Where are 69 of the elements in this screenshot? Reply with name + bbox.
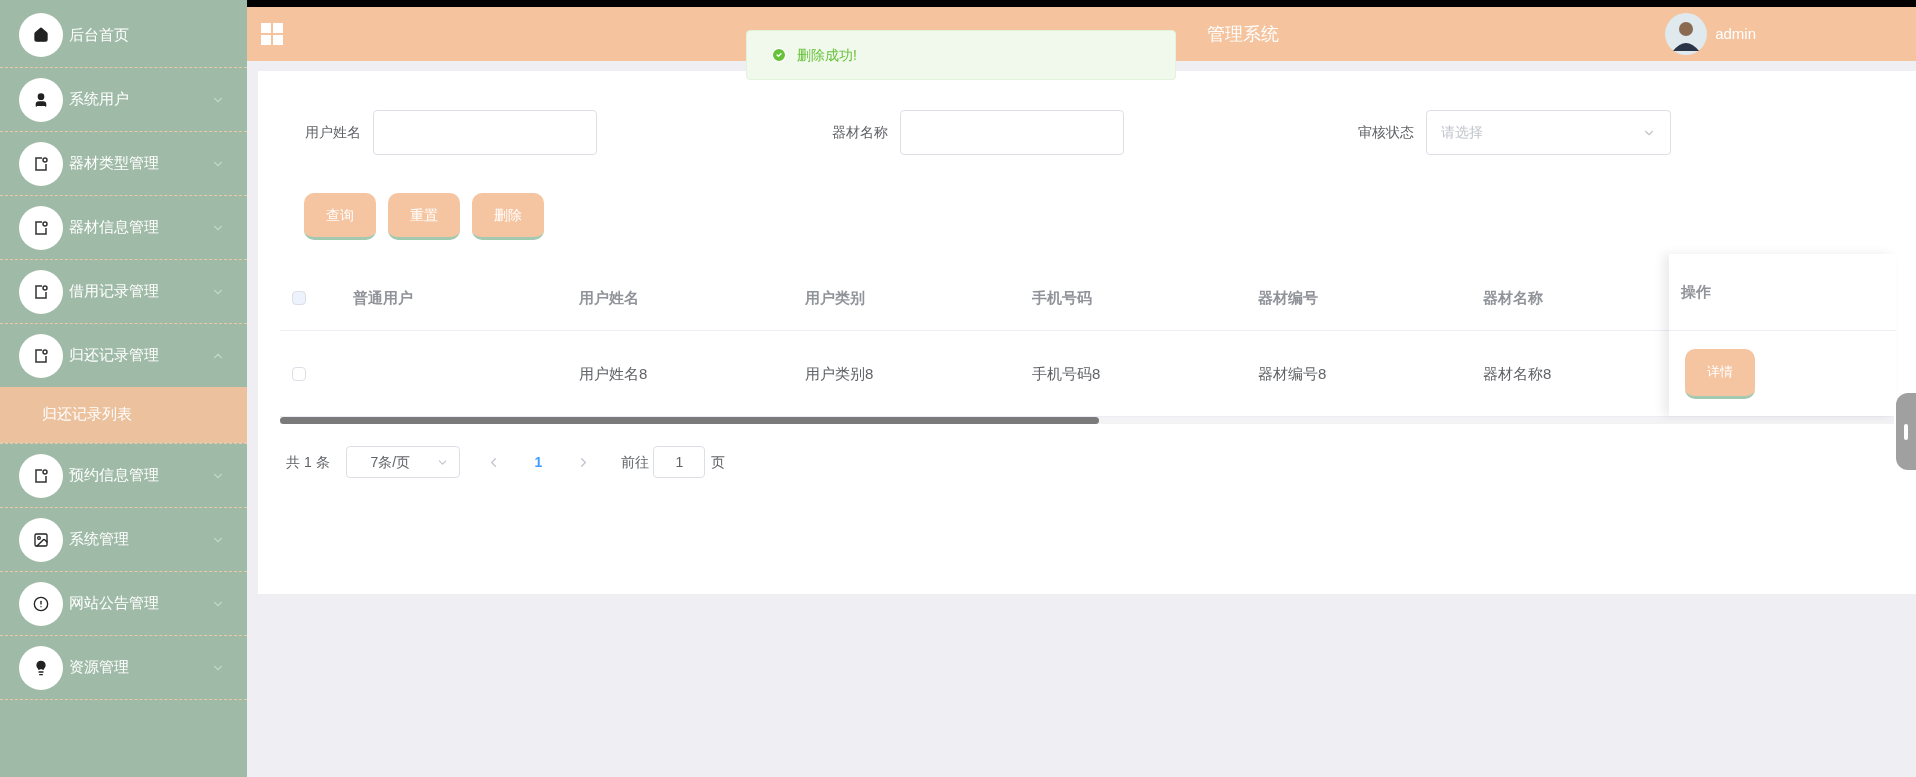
menu-label: 后台首页 <box>69 24 129 45</box>
field-label: 用户姓名 <box>305 123 361 142</box>
total-count: 共 1 条 <box>286 452 330 472</box>
table-cell: 手机号码8 <box>1032 364 1101 382</box>
menu-label: 器材信息管理 <box>69 217 159 238</box>
user-icon <box>33 91 49 108</box>
home-icon <box>33 27 49 43</box>
side-handle[interactable] <box>1896 393 1916 470</box>
menu-label: 器材类型管理 <box>69 153 159 174</box>
grid-icon[interactable] <box>261 23 283 45</box>
username[interactable]: admin <box>1715 22 1756 46</box>
sidebar-menu-item[interactable]: 后台首页 <box>0 3 247 67</box>
lightbulb-icon <box>33 659 49 676</box>
submenu-item[interactable]: 归还记录列表 <box>0 387 247 443</box>
column-header: 操作 <box>1681 281 1711 302</box>
column-header: 用户类别 <box>805 289 865 306</box>
action-button[interactable]: 删除 <box>472 193 544 240</box>
menu-label: 归还记录管理 <box>69 345 159 366</box>
menu-label: 系统用户 <box>69 89 129 110</box>
input-field[interactable] <box>373 110 597 155</box>
details-button[interactable]: 详情 <box>1685 348 1755 399</box>
field-label: 器材名称 <box>831 123 888 142</box>
status-select[interactable]: 请选择 <box>1426 110 1671 155</box>
goto-label: 前往 <box>621 452 650 472</box>
menu-label: 网站公告管理 <box>69 593 159 614</box>
horizontal-scrollbar[interactable] <box>280 416 1894 424</box>
table-cell: 用户姓名8 <box>579 364 648 382</box>
page-size-select[interactable]: 7条/页 <box>345 446 460 478</box>
row-checkbox[interactable] <box>292 366 306 381</box>
sidebar-menu-item[interactable]: 预约信息管理 <box>0 443 247 507</box>
sidebar-menu-item[interactable]: 借用记录管理 <box>0 259 247 323</box>
sidebar-menu-item[interactable]: 系统管理 <box>0 507 247 571</box>
column-header: 器材编号 <box>1258 289 1318 306</box>
table-cell: 用户类别8 <box>805 364 874 382</box>
menu-label: 预约信息管理 <box>69 465 159 486</box>
avatar[interactable] <box>1665 13 1708 55</box>
note-icon <box>33 283 49 300</box>
page-input[interactable]: 1 <box>653 446 706 478</box>
system-title: 管理系统 <box>1207 22 1279 46</box>
table-cell: 器材编号8 <box>1258 364 1327 382</box>
toast-message: 删除成功! <box>797 45 857 65</box>
note-icon <box>33 467 49 484</box>
sidebar-menu-item[interactable]: 资源管理 <box>0 635 247 699</box>
page-suffix: 页 <box>711 452 726 472</box>
sidebar-menu-item[interactable]: 器材类型管理 <box>0 131 247 195</box>
success-icon <box>771 47 787 63</box>
menu-label: 系统管理 <box>69 529 129 550</box>
header-checkbox[interactable] <box>292 291 306 305</box>
column-header: 用户姓名 <box>579 289 639 306</box>
menu-label: 借用记录管理 <box>69 281 159 302</box>
input-field[interactable] <box>899 110 1124 155</box>
column-header: 普通用户 <box>353 289 413 306</box>
table-cell: 器材名称8 <box>1483 364 1552 382</box>
note-icon <box>33 347 49 364</box>
page-number[interactable]: 1 <box>534 451 543 473</box>
menu-label: 资源管理 <box>69 657 129 678</box>
note-icon <box>33 219 49 236</box>
action-button[interactable]: 查询 <box>304 193 376 240</box>
note-icon <box>33 155 49 172</box>
alert-icon <box>33 595 49 612</box>
action-button[interactable]: 重置 <box>388 193 460 240</box>
sidebar-menu-item[interactable]: 系统用户 <box>0 67 247 131</box>
field-label: 审核状态 <box>1358 123 1414 142</box>
sidebar-menu-item[interactable]: 网站公告管理 <box>0 571 247 635</box>
sidebar-menu-item[interactable]: 器材信息管理 <box>0 195 247 259</box>
column-header: 器材名称 <box>1483 289 1543 306</box>
column-header: 手机号码 <box>1032 289 1092 306</box>
image-icon <box>33 531 49 548</box>
select-placeholder: 请选择 <box>1441 123 1483 142</box>
